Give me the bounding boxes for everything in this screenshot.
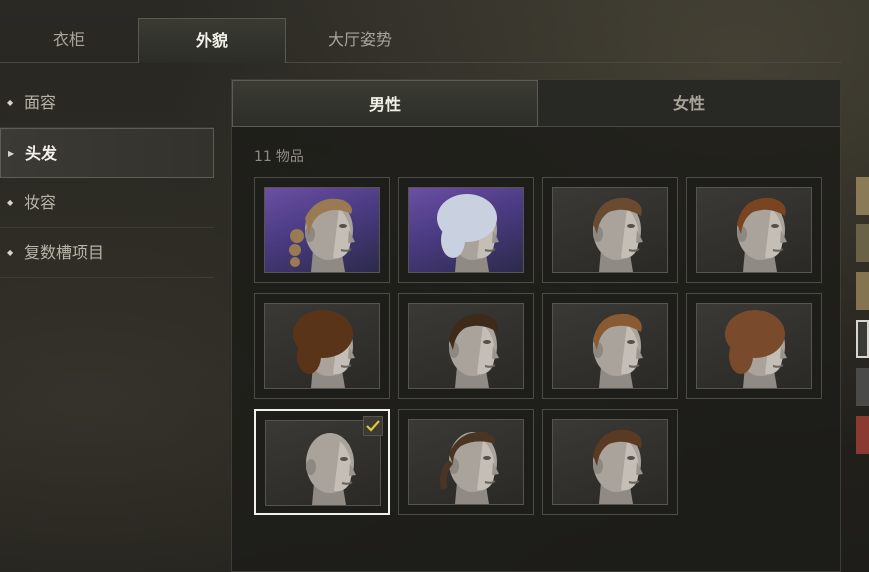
menu-item-multi-slot[interactable]: ◆ 复数槽项目 [0,228,214,278]
hair-thumbnail [552,303,668,389]
character-head-icon [293,310,355,388]
checkmark-icon [363,416,383,436]
character-head-icon [440,431,499,504]
tab-appearance[interactable]: 外貌 [138,18,286,63]
menu-item-label: 复数槽项目 [24,243,105,262]
character-head-icon [449,313,499,388]
hair-thumbnail [552,419,668,505]
hair-thumbnail [408,419,524,505]
hair-thumbnail [696,303,812,389]
item-count: 11 物品 [254,146,304,166]
hair-item-1[interactable] [254,177,390,283]
color-swatch[interactable] [856,272,869,310]
menu-item-hair[interactable]: ▶ 头发 [0,128,214,178]
color-swatch[interactable] [856,368,869,406]
character-head-icon [593,197,643,272]
hair-item-9[interactable] [254,409,390,515]
character-head-icon [725,310,787,388]
menu-item-makeup[interactable]: ◆ 妆容 [0,178,214,228]
character-head-icon [289,198,355,272]
gender-tab-bar: 男性 女性 [232,80,840,127]
hair-thumbnail [552,187,668,273]
hair-item-8[interactable] [686,293,822,399]
hair-panel: 男性 女性 11 物品 [231,79,841,572]
diamond-bullet-icon: ◆ [7,98,14,107]
tab-male[interactable]: 男性 [232,80,538,127]
hair-item-11[interactable] [542,409,678,515]
character-head-icon [593,313,643,388]
hair-item-5[interactable] [254,293,390,399]
character-head-icon [593,429,643,504]
menu-item-label: 头发 [25,144,58,163]
hair-item-3[interactable] [542,177,678,283]
character-head-icon [437,194,499,272]
hair-thumbnail [408,187,524,273]
triangle-bullet-icon: ▶ [8,149,15,158]
menu-item-label: 面容 [24,93,57,112]
menu-item-label: 妆容 [24,193,57,212]
item-count-label: 物品 [275,149,304,165]
hair-item-10[interactable] [398,409,534,515]
tab-female[interactable]: 女性 [538,80,840,127]
character-head-icon [737,197,787,272]
menu-item-face[interactable]: ◆ 面容 [0,78,214,128]
color-swatch[interactable] [856,177,869,215]
diamond-bullet-icon: ◆ [7,248,14,257]
color-swatch[interactable] [856,416,869,454]
top-tab-bar: 衣柜 外貌 大厅姿势 [0,18,841,63]
hair-item-7[interactable] [542,293,678,399]
hair-thumbnail [264,187,380,273]
category-menu: ◆ 面容 ▶ 头发 ◆ 妆容 ◆ 复数槽项目 [0,78,214,278]
tab-lobby-pose[interactable]: 大厅姿势 [286,18,434,62]
hair-thumbnail [696,187,812,273]
item-count-number: 11 [254,149,272,165]
diamond-bullet-icon: ◆ [7,198,14,207]
tab-wardrobe[interactable]: 衣柜 [0,18,138,62]
hair-item-4[interactable] [686,177,822,283]
color-swatch[interactable] [856,320,869,358]
color-swatch[interactable] [856,224,869,262]
hair-item-6[interactable] [398,293,534,399]
hair-item-2[interactable] [398,177,534,283]
hair-thumbnail [264,303,380,389]
hair-thumbnail [408,303,524,389]
